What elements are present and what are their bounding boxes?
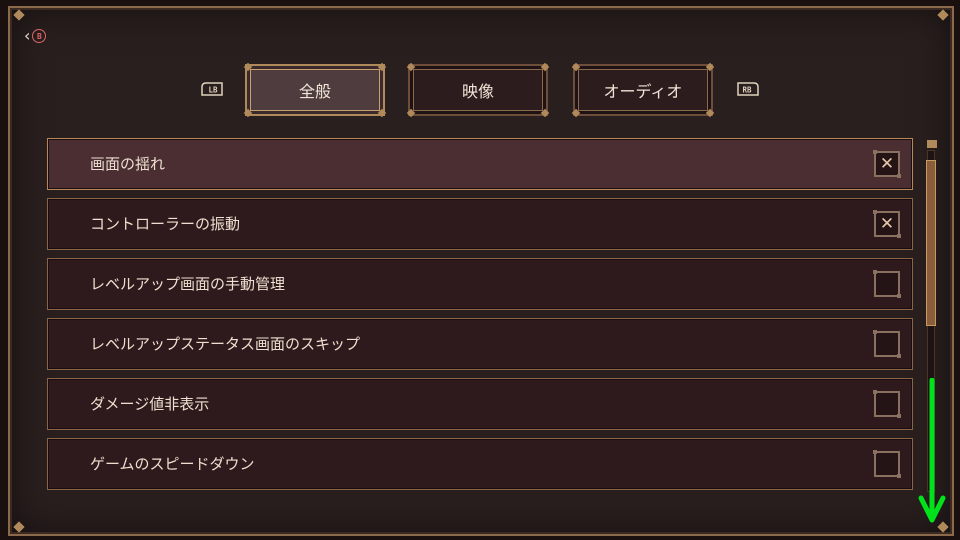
checkbox-mark (876, 393, 898, 415)
settings-list: 画面の揺れ ✕ コントローラーの振動 ✕ レベルアップ画面の手動管理 レベルアッ… (47, 138, 913, 498)
chevron-left-icon: ‹ (24, 26, 31, 45)
controller-vibration-checkbox[interactable]: ✕ (873, 210, 901, 238)
frame-corner-ornament (936, 8, 950, 22)
lb-label: LB (208, 86, 218, 95)
setting-row-levelup-manual[interactable]: レベルアップ画面の手動管理 (47, 258, 913, 310)
hide-damage-checkbox[interactable] (873, 390, 901, 418)
setting-label: コントローラーの振動 (90, 215, 241, 233)
checkbox-mark (876, 273, 898, 295)
setting-row-controller-vibration[interactable]: コントローラーの振動 ✕ (47, 198, 913, 250)
setting-label: ゲームのスピードダウン (90, 455, 255, 473)
tab-general[interactable]: 全般 (243, 62, 387, 118)
back-button[interactable]: ‹ B (24, 26, 47, 45)
down-arrow-icon (918, 378, 946, 523)
tab-ornament (705, 108, 715, 118)
checkbox-mark (876, 453, 898, 475)
tab-ornament (377, 62, 387, 72)
setting-row-screen-shake[interactable]: 画面の揺れ ✕ (47, 138, 913, 190)
tab-video[interactable]: 映像 (406, 62, 550, 118)
setting-label: レベルアップステータス画面のスキップ (90, 335, 361, 353)
game-slowdown-checkbox[interactable] (873, 450, 901, 478)
tab-ornament (377, 108, 387, 118)
rb-label: RB (742, 86, 752, 95)
scrollbar-cap-ornament (927, 140, 937, 148)
tab-ornament (540, 108, 550, 118)
tab-ornament (571, 108, 581, 118)
setting-label: レベルアップ画面の手動管理 (90, 275, 286, 293)
setting-row-skip-levelup-status[interactable]: レベルアップステータス画面のスキップ (47, 318, 913, 370)
tab-ornament (243, 108, 253, 118)
tab-label: 全般 (298, 82, 331, 101)
screen-shake-checkbox[interactable]: ✕ (873, 150, 901, 178)
b-button-icon: B (32, 29, 47, 43)
tab-audio[interactable]: オーディオ (571, 62, 715, 118)
tab-ornament (243, 62, 253, 72)
tab-label: オーディオ (603, 82, 683, 101)
levelup-manual-checkbox[interactable] (873, 270, 901, 298)
x-mark-icon: ✕ (879, 213, 895, 234)
x-mark-icon: ✕ (879, 153, 895, 174)
setting-row-game-slowdown[interactable]: ゲームのスピードダウン (47, 438, 913, 490)
tab-ornament (571, 62, 581, 72)
tab-ornament (705, 62, 715, 72)
tab-ornament (406, 108, 416, 118)
skip-levelup-status-checkbox[interactable] (873, 330, 901, 358)
setting-label: ダメージ値非表示 (90, 395, 210, 413)
scrollbar-thumb[interactable] (926, 160, 936, 326)
frame-corner-ornament (12, 520, 26, 534)
checkbox-mark (876, 333, 898, 355)
tab-ornament (540, 62, 550, 72)
rb-bumper-icon[interactable]: RB (736, 82, 760, 96)
setting-row-hide-damage[interactable]: ダメージ値非表示 (47, 378, 913, 430)
tab-ornament (406, 62, 416, 72)
setting-label: 画面の揺れ (90, 155, 166, 173)
frame-corner-ornament (12, 8, 26, 22)
tab-label: 映像 (461, 82, 494, 101)
lb-bumper-icon[interactable]: LB (200, 82, 224, 96)
